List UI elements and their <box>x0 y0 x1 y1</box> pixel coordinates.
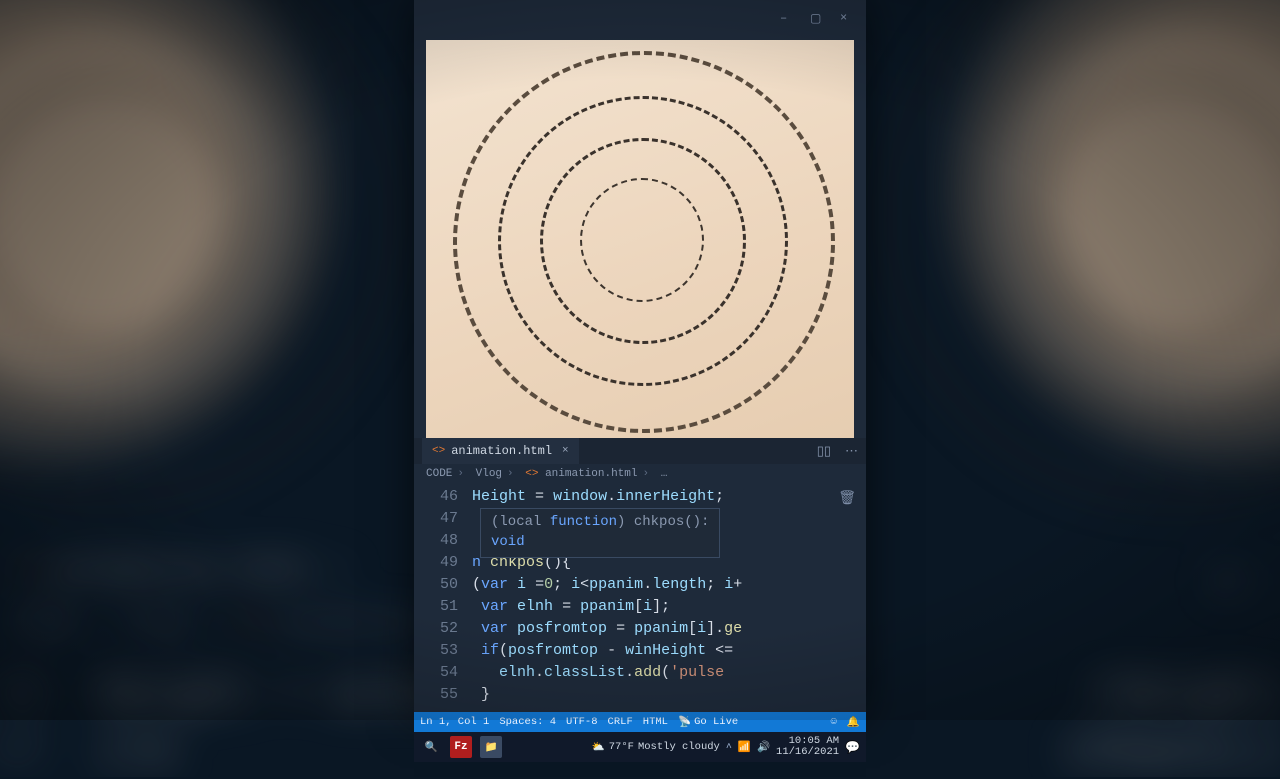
tooltip-line1-suffix: ) chkpos(): <box>617 514 709 530</box>
editor-tab-animation[interactable]: <> animation.html × <box>422 438 579 464</box>
bg-tab-label: animation.html <box>56 554 310 587</box>
system-tray: ⛅ 77°F Mostly cloudy ˄ 📶 🔊 10:05 AM 11/1… <box>592 736 860 758</box>
window-maximize-button[interactable]: ▢ <box>810 11 822 23</box>
bg-crumb-1: CODE <box>14 609 76 638</box>
split-editor-icon[interactable]: ▯▯ <box>817 444 831 459</box>
taskbar-weather[interactable]: ⛅ 77°F Mostly cloudy <box>592 740 720 754</box>
gutter-47: 47 <box>414 508 472 530</box>
status-bell-icon[interactable]: 🔔 <box>847 715 860 729</box>
bg-crumb-2: Vlog <box>124 609 186 638</box>
crumb-file[interactable]: animation.html <box>545 468 637 480</box>
html-icon: <> <box>432 445 445 457</box>
window-titlebar: – ▢ × <box>414 0 866 34</box>
bg-layout-icons: ▯▯ ⋯ <box>1212 563 1280 596</box>
code-line-53: if(posfromtop - winHeight <= <box>472 640 733 662</box>
bg-gutter-47: 47 <box>0 728 46 777</box>
code-line-51: var elnh = ppanim[i]; <box>472 596 670 618</box>
tray-notifications-icon[interactable]: 💬 <box>845 740 860 755</box>
code-line-46: Height = window.innerHeight; <box>472 486 724 508</box>
tab-close-icon[interactable]: × <box>562 445 569 457</box>
bg-code-47: (lo <box>98 728 176 777</box>
more-icon: ⋯ <box>1271 563 1280 596</box>
taskbar-filezilla-icon[interactable]: Fz <box>450 736 472 758</box>
html-icon: <> <box>525 468 538 480</box>
code-line-54: elnh.classList.add('pulse <box>472 662 724 684</box>
bg-tab: <> animation.html × <box>14 554 347 587</box>
html-icon: <> <box>14 557 45 586</box>
taskbar-clock[interactable]: 10:05 AM 11/16/2021 <box>776 736 839 758</box>
bg-gutter-46: 46 <box>0 671 46 720</box>
clock-time: 10:05 AM <box>776 736 839 747</box>
status-golive[interactable]: 📡 Go Live <box>678 715 738 729</box>
gutter-46: 46 <box>414 486 472 508</box>
ring-inner <box>580 178 704 302</box>
gutter-53: 53 <box>414 640 472 662</box>
window-minimize-button[interactable]: – <box>780 11 792 23</box>
status-spaces[interactable]: Spaces: 4 <box>499 716 556 728</box>
tab-filename: animation.html <box>451 444 552 458</box>
animation-preview <box>426 40 854 438</box>
status-position[interactable]: Ln 1, Col 1 <box>420 716 489 728</box>
weather-cond: Mostly cloudy <box>638 741 720 753</box>
weather-icon: ⛅ <box>592 740 605 754</box>
window-close-button[interactable]: × <box>840 11 852 23</box>
status-eol[interactable]: CRLF <box>608 716 633 728</box>
tray-network-icon[interactable]: 📶 <box>738 740 751 754</box>
taskbar: 🔍 Fz 📁 ⛅ 77°F Mostly cloudy ˄ 📶 🔊 10:05 … <box>414 732 866 762</box>
gutter-49: 49 <box>414 552 472 574</box>
taskbar-magnifier-icon[interactable]: 🔍 <box>420 736 442 758</box>
gutter-50: 50 <box>414 574 472 596</box>
crumb-code[interactable]: CODE <box>426 468 452 480</box>
breadcrumb[interactable]: CODE› Vlog› <> animation.html› … <box>414 464 866 484</box>
trash-icon[interactable]: 🗑 <box>838 488 856 510</box>
taskbar-explorer-icon[interactable]: 📁 <box>480 736 502 758</box>
gutter-54: 54 <box>414 662 472 684</box>
more-actions-icon[interactable]: ⋯ <box>845 444 858 459</box>
gutter-52: 52 <box>414 618 472 640</box>
foreground-window: – ▢ × <> animation.html × ▯▯ ⋯ CODE› Vlo… <box>414 0 866 720</box>
status-feedback-icon[interactable]: ☺ <box>831 716 837 728</box>
code-line-50: (var i =0; i<ppanim.length; i+ <box>472 574 742 596</box>
close-icon: × <box>331 557 347 586</box>
intellisense-tooltip: (local function) chkpos(): void <box>480 508 720 558</box>
tooltip-line1-kw: function <box>550 514 617 530</box>
status-bar: Ln 1, Col 1 Spaces: 4 UTF-8 CRLF HTML 📡 … <box>414 712 866 732</box>
clock-date: 11/16/2021 <box>776 747 839 758</box>
code-editor[interactable]: 🗑 46Height = window.innerHeight; 47 48 4… <box>414 484 866 712</box>
gutter-51: 51 <box>414 596 472 618</box>
editor-tabbar: <> animation.html × ▯▯ ⋯ <box>414 438 866 464</box>
gutter-55: 55 <box>414 684 472 706</box>
crumb-ellipsis[interactable]: … <box>661 468 668 480</box>
code-line-52: var posfromtop = ppanim[i].ge <box>472 618 742 640</box>
crumb-vlog[interactable]: Vlog <box>476 468 502 480</box>
status-encoding[interactable]: UTF-8 <box>566 716 598 728</box>
gutter-48: 48 <box>414 530 472 552</box>
tray-chevron-icon[interactable]: ˄ <box>726 742 732 753</box>
bg-editor-chrome: <> animation.html × CODE› Vlog› <> anima… <box>14 554 437 638</box>
tooltip-line1-prefix: (local <box>491 514 550 530</box>
code-line-55: } <box>472 684 490 706</box>
status-language[interactable]: HTML <box>643 716 668 728</box>
tray-volume-icon[interactable]: 🔊 <box>757 740 770 754</box>
weather-temp: 77°F <box>609 741 634 753</box>
bg-breadcrumb: CODE› Vlog› <> animation. <box>14 609 437 638</box>
tooltip-line2: void <box>491 534 525 550</box>
split-editor-icon: ▯▯ <box>1212 563 1243 596</box>
